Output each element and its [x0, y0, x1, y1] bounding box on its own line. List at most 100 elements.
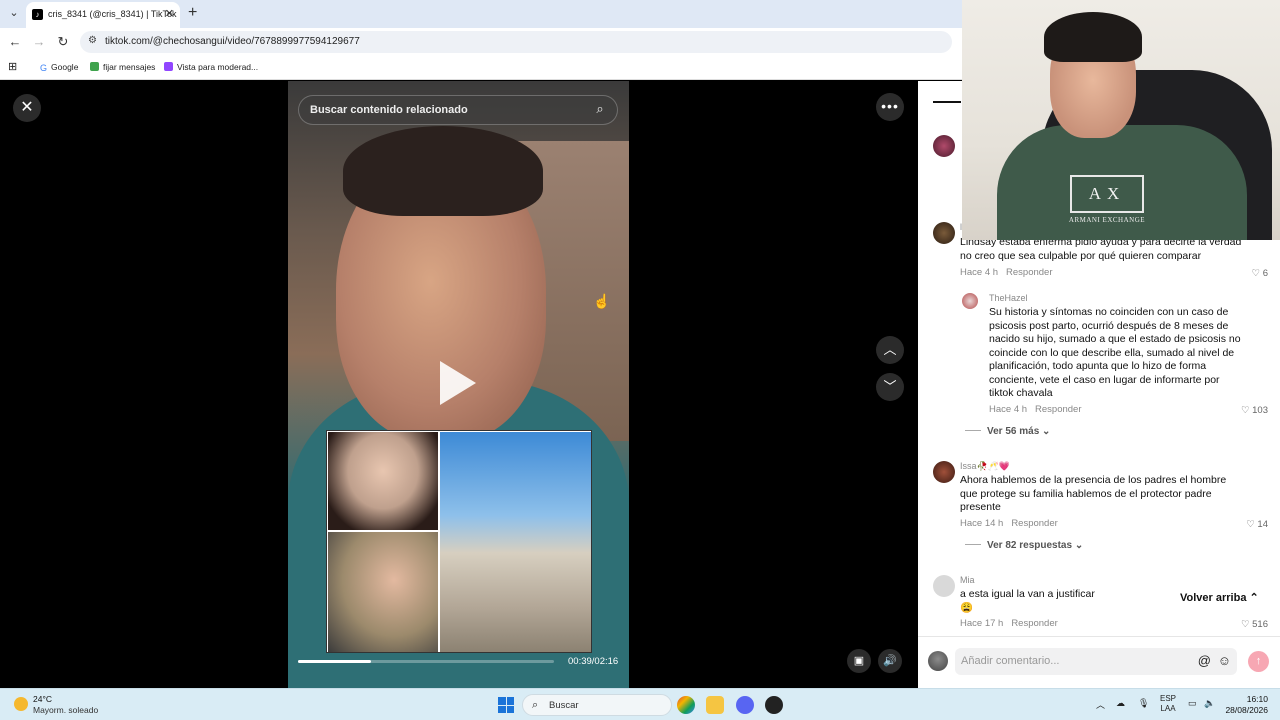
reply-button[interactable]: Responder — [1035, 404, 1081, 415]
like-count: 103 — [1252, 405, 1268, 416]
reply-button[interactable]: Responder — [1006, 267, 1052, 278]
back-icon[interactable]: ← — [7, 34, 23, 50]
video-progress-bar[interactable] — [298, 660, 554, 663]
back-to-top-label: Volver arriba — [1180, 592, 1247, 604]
divider-line — [965, 544, 981, 545]
related-search-placeholder: Buscar contenido relacionado — [310, 104, 468, 116]
avatar[interactable] — [962, 293, 978, 309]
clock-date: 28/08/2026 — [1225, 705, 1268, 715]
view-replies-label: Ver 82 respuestas — [987, 540, 1073, 551]
apps-grid-icon[interactable]: ⊞ — [8, 60, 17, 73]
reply-button[interactable]: Responder — [1011, 518, 1057, 529]
add-comment-bar: Añadir comentario... @ ☺ ↑ — [918, 636, 1280, 688]
heart-icon: ♡ — [1240, 619, 1253, 630]
picture-in-picture-icon[interactable]: ▣ — [847, 649, 871, 673]
language-indicator[interactable]: ESP LAA — [1160, 694, 1176, 714]
network-tray-icon[interactable]: ☁ — [1116, 698, 1125, 709]
like-button[interactable]: ♡ 6 — [1252, 268, 1268, 279]
reply-button[interactable]: Responder — [1011, 618, 1057, 629]
send-arrow-icon[interactable]: ↑ — [1248, 651, 1269, 672]
bookmark-fijar-mensajes[interactable]: fijar mensajes — [90, 62, 155, 72]
keyboard-layout: LAA — [1160, 704, 1176, 713]
wifi-icon[interactable]: ▭ — [1188, 698, 1197, 709]
system-clock[interactable]: 16:10 28/08/2026 — [1224, 694, 1268, 716]
address-bar-row: ← → ↻ ⚙ tiktok.com/@chechosangui/video/7… — [0, 28, 962, 56]
mention-icon[interactable]: @ — [1198, 653, 1211, 668]
bookmarks-bar: ⊞ G Google fijar mensajes Vista para mode… — [0, 56, 962, 80]
windows-start-icon[interactable] — [498, 697, 514, 713]
add-comment-input[interactable]: Añadir comentario... @ ☺ — [955, 648, 1237, 675]
chevron-up-icon[interactable]: ︿ — [1096, 698, 1105, 711]
previous-video-icon[interactable]: ︿ — [876, 336, 904, 364]
taskbar-search[interactable]: ⌕ Buscar — [522, 694, 672, 716]
collage-photo-crowd — [440, 432, 591, 652]
add-comment-placeholder: Añadir comentario... — [961, 655, 1060, 667]
weather-desc[interactable]: Mayorm. soleado — [33, 705, 98, 715]
comment-username[interactable]: Issa🥀🥂💗 — [960, 461, 1010, 472]
view-more-replies-button[interactable]: Ver 56 más ⌄ — [965, 426, 1050, 437]
screen: ⌄ ♪ cris_8341 (@cris_8341) | TikTok ✕ + … — [0, 0, 1280, 720]
double-chevron-up-icon: ⌃ — [1249, 592, 1259, 604]
chevron-down-icon: ⌄ — [1074, 540, 1084, 551]
site-info-icon[interactable]: ⚙ — [88, 35, 97, 46]
play-icon[interactable] — [440, 361, 476, 405]
bookmark-vista-moderador[interactable]: Vista para moderad... — [164, 62, 258, 72]
discord-icon[interactable] — [736, 696, 754, 714]
avatar[interactable] — [933, 461, 955, 483]
avatar[interactable] — [933, 575, 955, 597]
comment-text: Lindsay estaba enferma pidió ayuda y par… — [960, 236, 1242, 262]
webcam-overlay: AX ARMANI EXCHANGE — [962, 0, 1280, 240]
new-tab-icon[interactable]: + — [188, 4, 197, 22]
speaker-icon[interactable]: 🔈 — [1204, 698, 1215, 709]
avatar[interactable] — [933, 135, 955, 157]
close-video-icon[interactable]: ✕ — [13, 94, 41, 122]
comment-username[interactable]: Mia — [960, 575, 975, 585]
browser-tab[interactable]: ♪ cris_8341 (@cris_8341) | TikTok ✕ — [26, 2, 180, 28]
active-tab-indicator — [933, 101, 961, 103]
chevron-down-icon: ⌄ — [1042, 426, 1051, 437]
video-time: 00:39/02:16 — [568, 656, 619, 667]
comment-username[interactable]: TheHazel — [989, 293, 1028, 303]
weather-temp[interactable]: 24°C — [33, 694, 52, 704]
app-icon[interactable] — [765, 696, 783, 714]
comment-meta: Hace 4 h Responder — [960, 267, 1053, 278]
emoji-icon[interactable]: ☺ — [1218, 653, 1231, 668]
url-text: tiktok.com/@chechosangui/video/767889997… — [105, 36, 360, 47]
heart-icon: ♡ — [1251, 268, 1263, 279]
file-explorer-icon[interactable] — [706, 696, 724, 714]
comment-time: Hace 17 h — [960, 618, 1004, 629]
avatar[interactable] — [933, 222, 955, 244]
comment-meta: Hace 4 h Responder — [989, 404, 1082, 415]
forward-icon[interactable]: → — [31, 34, 47, 50]
collage-photo-children — [328, 532, 438, 652]
url-field[interactable]: ⚙ tiktok.com/@chechosangui/video/7678899… — [80, 31, 952, 53]
view-more-label: Ver 56 más — [987, 426, 1040, 437]
photo-collage — [326, 430, 592, 653]
weather-sun-icon[interactable] — [14, 697, 28, 711]
more-options-icon[interactable]: ••• — [876, 93, 904, 121]
tab-title: cris_8341 (@cris_8341) | TikTok — [48, 9, 177, 19]
microphone-icon[interactable]: 🎙 — [1138, 698, 1149, 709]
next-video-icon[interactable]: ﹀ — [876, 373, 904, 401]
view-replies-button[interactable]: Ver 82 respuestas ⌄ — [965, 540, 1083, 551]
like-button[interactable]: ♡ 14 — [1246, 519, 1268, 530]
bookmark-google[interactable]: G Google — [40, 62, 78, 73]
like-count: 516 — [1252, 619, 1268, 630]
tab-close-icon[interactable]: ✕ — [165, 7, 174, 20]
tiktok-favicon-icon: ♪ — [32, 9, 43, 20]
bookmark-icon — [90, 62, 99, 71]
comment-text: a esta igual la van a justificar 😩 — [960, 588, 1095, 614]
chrome-icon[interactable] — [677, 696, 695, 714]
tab-list-icon[interactable]: ⌄ — [6, 6, 22, 22]
search-icon[interactable]: ⌕ — [591, 101, 609, 119]
comment-meta: Hace 17 h Responder — [960, 618, 1058, 629]
comment-time: Hace 14 h — [960, 518, 1004, 529]
reload-icon[interactable]: ↻ — [55, 34, 71, 50]
video-player[interactable]: Buscar contenido relacionado ⌕ 00:39/02:… — [288, 81, 629, 688]
related-search-input[interactable]: Buscar contenido relacionado ⌕ — [298, 95, 618, 125]
like-button[interactable]: ♡ 516 — [1241, 619, 1268, 630]
like-button[interactable]: ♡ 103 — [1241, 405, 1268, 416]
volume-icon[interactable]: 🔊 — [878, 649, 902, 673]
avatar — [928, 651, 948, 671]
back-to-top-button[interactable]: Volver arriba ⌃ — [1180, 591, 1259, 604]
